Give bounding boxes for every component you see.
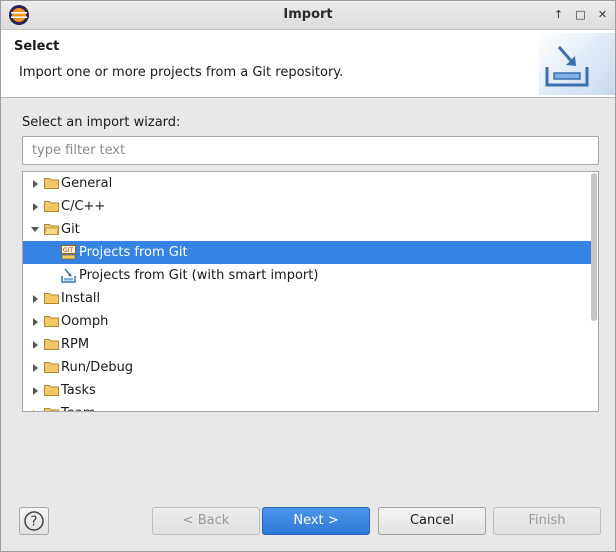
cancel-button[interactable]: Cancel bbox=[378, 507, 486, 535]
tree-item-label: Projects from Git bbox=[79, 245, 188, 260]
tree-scrollbar[interactable] bbox=[591, 173, 597, 321]
tree-item-tasks[interactable]: Tasks bbox=[23, 379, 593, 402]
filter-input[interactable] bbox=[22, 136, 599, 165]
tree-item-git[interactable]: Git bbox=[23, 218, 593, 241]
tree-item-label: Tasks bbox=[61, 383, 96, 398]
folder-icon bbox=[44, 178, 59, 189]
expand-arrow-icon[interactable] bbox=[33, 387, 38, 395]
banner-description: Import one or more projects from a Git r… bbox=[19, 65, 344, 80]
wizard-banner: Select Import one or more projects from … bbox=[1, 30, 615, 98]
tree-item-label: Oomph bbox=[61, 314, 109, 329]
folder-icon bbox=[44, 362, 59, 373]
tree-item-oomph[interactable]: Oomph bbox=[23, 310, 593, 333]
tree-item-label: Install bbox=[61, 291, 101, 306]
tree-item-label: Projects from Git (with smart import) bbox=[79, 268, 319, 283]
expand-arrow-icon[interactable] bbox=[33, 341, 38, 349]
expand-arrow-icon[interactable] bbox=[33, 318, 38, 326]
tree-item-label: RPM bbox=[61, 337, 90, 352]
tree-item-label: Team bbox=[61, 402, 95, 411]
tree-item-label: General bbox=[61, 176, 113, 191]
expand-arrow-icon[interactable] bbox=[33, 364, 38, 372]
tree-item-rpm[interactable]: RPM bbox=[23, 333, 593, 356]
expand-arrow-icon[interactable] bbox=[33, 203, 38, 211]
folder-icon bbox=[44, 316, 59, 327]
help-icon: ? bbox=[24, 511, 44, 531]
banner-title: Select bbox=[14, 39, 60, 54]
expand-arrow-icon[interactable] bbox=[33, 295, 38, 303]
folder-open-icon bbox=[44, 224, 59, 235]
back-button[interactable]: < Back bbox=[152, 507, 260, 535]
expand-arrow-icon[interactable] bbox=[33, 180, 38, 188]
window-close-button[interactable]: ✕ bbox=[593, 5, 612, 24]
banner-graphic bbox=[539, 33, 615, 95]
git-repository-icon: GIT bbox=[61, 245, 76, 260]
collapse-arrow-icon[interactable] bbox=[31, 227, 39, 232]
import-wizard-icon bbox=[545, 46, 589, 87]
svg-text:GIT: GIT bbox=[63, 247, 73, 254]
folder-icon bbox=[44, 293, 59, 304]
tree-item-projects-from-git[interactable]: GIT Projects from Git bbox=[23, 241, 593, 264]
next-button[interactable]: Next > bbox=[262, 507, 370, 535]
folder-icon bbox=[44, 408, 59, 411]
expand-arrow-icon[interactable] bbox=[33, 410, 38, 411]
wizard-tree[interactable]: General C/C++ Git GIT Projects from Git bbox=[22, 171, 599, 412]
tree-item-team[interactable]: Team bbox=[23, 402, 593, 411]
folder-icon bbox=[44, 385, 59, 396]
window-maximize-button[interactable]: □ bbox=[571, 5, 590, 24]
wizard-select-label: Select an import wizard: bbox=[22, 115, 181, 130]
tree-item-general[interactable]: General bbox=[23, 172, 593, 195]
window-up-button[interactable]: ↑ bbox=[549, 5, 568, 24]
finish-button[interactable]: Finish bbox=[493, 507, 601, 535]
svg-text:?: ? bbox=[31, 515, 38, 530]
title-bar[interactable]: Import ↑ □ ✕ bbox=[1, 1, 615, 30]
tree-item-install[interactable]: Install bbox=[23, 287, 593, 310]
help-button[interactable]: ? bbox=[19, 507, 49, 535]
smart-import-icon bbox=[61, 268, 76, 283]
tree-item-run-debug[interactable]: Run/Debug bbox=[23, 356, 593, 379]
import-dialog: Import ↑ □ ✕ Select Import one or more p… bbox=[0, 0, 616, 552]
tree-item-c-cpp[interactable]: C/C++ bbox=[23, 195, 593, 218]
window-title: Import bbox=[283, 7, 333, 22]
tree-item-label: Run/Debug bbox=[61, 360, 134, 375]
tree-item-label: Git bbox=[61, 222, 80, 237]
folder-icon bbox=[44, 201, 59, 212]
tree-item-label: C/C++ bbox=[61, 199, 106, 214]
tree-item-projects-from-git-smart[interactable]: Projects from Git (with smart import) bbox=[23, 264, 593, 287]
folder-icon bbox=[44, 339, 59, 350]
